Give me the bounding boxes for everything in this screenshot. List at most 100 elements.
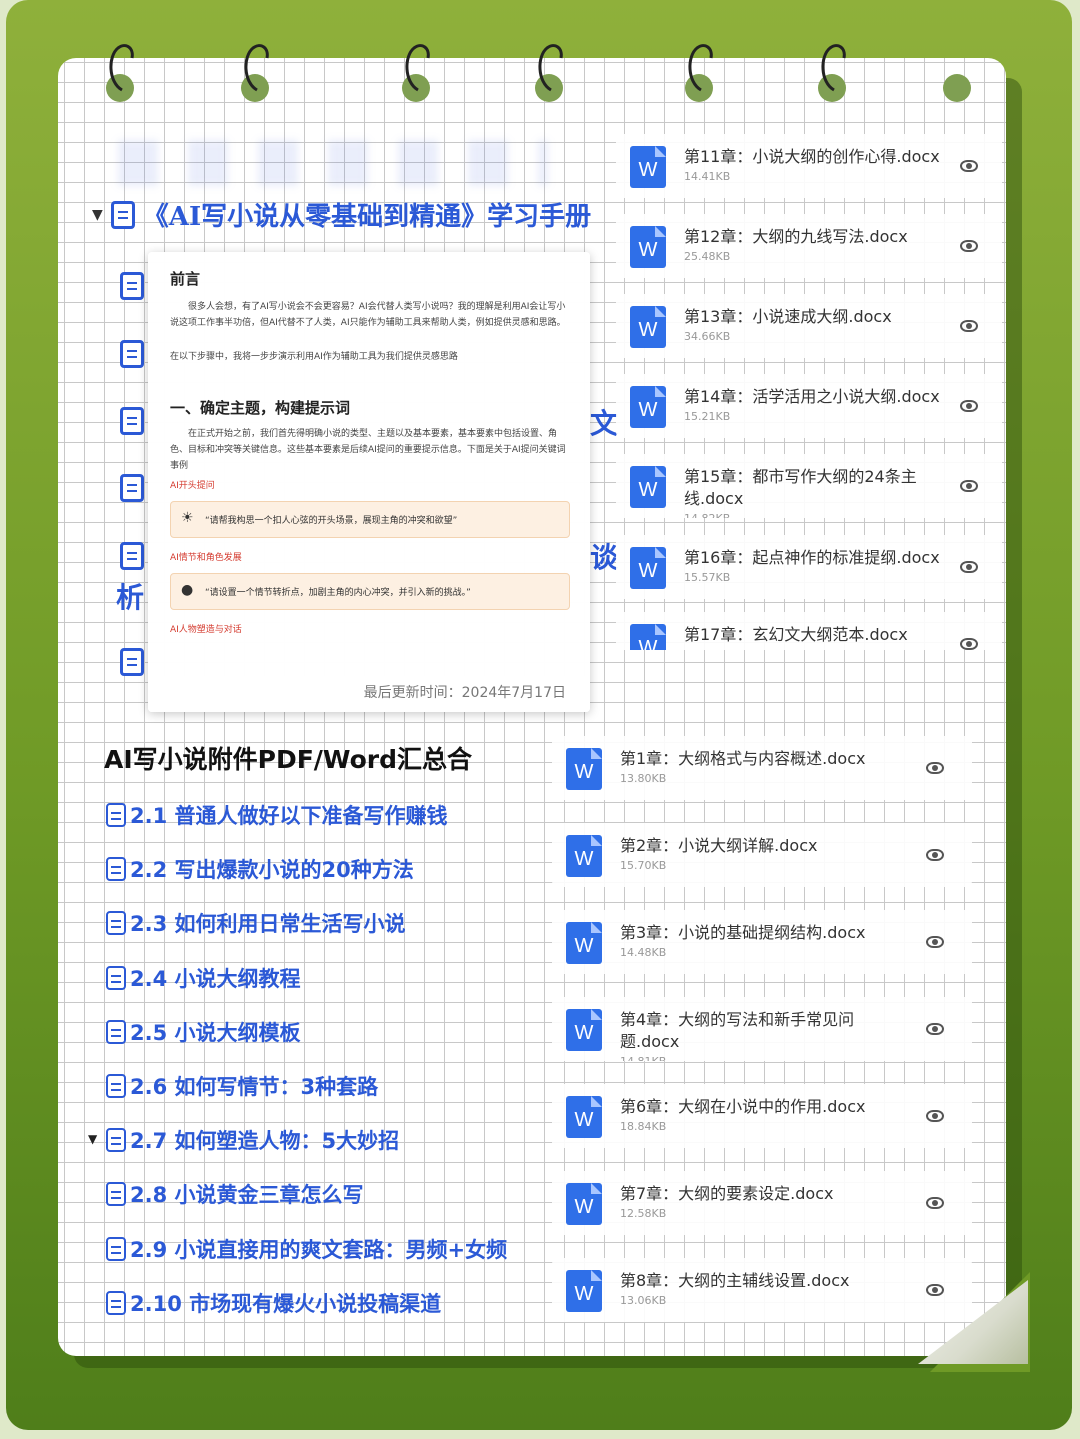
sun-icon: ☀ (181, 510, 194, 526)
file-size: 14.48KB (620, 946, 667, 959)
doc-icon[interactable] (120, 407, 144, 435)
toc-item[interactable]: 2.5 小说大纲模板 (106, 1017, 301, 1047)
eye-icon[interactable] (926, 1197, 944, 1209)
eye-icon[interactable] (960, 320, 978, 332)
prompt-text: “请设置一个情节转折点，加剧主角的内心冲突，并引入新的挑战。” (205, 588, 471, 598)
file-item[interactable]: W 第4章：大纲的写法和新手常见问题.docx 14.81KB (552, 997, 972, 1061)
preview-label: AI开头提问 (170, 481, 215, 491)
word-file-icon: W (630, 306, 666, 348)
file-item[interactable]: W 第3章：小说的基础提纲结构.docx 14.48KB (552, 910, 972, 974)
binder-ring-icon (816, 42, 852, 94)
file-item[interactable]: W 第12章：大纲的九线写法.docx 25.48KB (616, 214, 1002, 278)
toc-item-label: 2.6 如何写情节：3种套路 (130, 1075, 379, 1099)
doc-icon (106, 965, 126, 990)
eye-icon[interactable] (926, 849, 944, 861)
eye-icon[interactable] (960, 480, 978, 492)
file-name: 第12章：大纲的九线写法.docx (684, 227, 908, 246)
file-size: 15.70KB (620, 859, 667, 872)
caret-down-icon[interactable]: ▼ (92, 207, 103, 223)
file-item[interactable]: W 第6章：大纲在小说中的作用.docx 18.84KB (552, 1084, 972, 1148)
file-info: 第12章：大纲的九线写法.docx 25.48KB (684, 226, 908, 263)
file-size: 13.80KB (620, 772, 667, 785)
doc-icon (106, 1074, 126, 1098)
word-file-icon: W (630, 466, 666, 508)
file-info: 第6章：大纲在小说中的作用.docx 18.84KB (620, 1096, 865, 1133)
file-name: 第1章：大纲格式与内容概述.docx (620, 749, 866, 768)
file-info: 第11章：小说大纲的创作心得.docx 14.41KB (684, 146, 940, 183)
file-item[interactable]: W 第11章：小说大纲的创作心得.docx 14.41KB (616, 134, 1002, 198)
doc-icon[interactable] (120, 542, 144, 570)
doc-icon[interactable] (120, 340, 144, 368)
doc-tree-title[interactable]: 《AI写小说从零基础到精通》学习手册 (143, 196, 613, 233)
file-info: 第16章：起点神作的标准提纲.docx 15.57KB (684, 547, 940, 584)
eye-icon[interactable] (960, 561, 978, 573)
word-file-icon: W (630, 386, 666, 428)
toc-item-label: 2.2 写出爆款小说的20种方法 (130, 858, 414, 883)
doc-tree-root[interactable]: ▼ 《AI写小说从零基础到精通》学习手册 (92, 196, 613, 233)
toc-item[interactable]: 2.3 如何利用日常生活写小说 (106, 908, 406, 938)
eye-icon[interactable] (960, 400, 978, 412)
eye-icon[interactable] (926, 1284, 944, 1296)
preview-paragraph: 在以下步骤中，我将一步步演示利用AI作为辅助工具为我们提供灵感思路 (170, 352, 458, 362)
toc-item[interactable]: 2.8 小说黄金三章怎么写 (106, 1179, 364, 1209)
toc-item[interactable]: 2.10 市场现有爆火小说投稿渠道 (106, 1288, 441, 1318)
file-item[interactable]: W 第13章：小说速成大纲.docx 34.66KB (616, 294, 1002, 358)
eye-icon[interactable] (960, 638, 978, 650)
file-size: 12.58KB (620, 1207, 667, 1220)
file-name: 第2章：小说大纲详解.docx (620, 836, 818, 855)
prompt-box: ● “请设置一个情节转折点，加剧主角的内心冲突，并引入新的挑战。” (170, 573, 570, 610)
file-item[interactable]: W 第7章：大纲的要素设定.docx 12.58KB (552, 1171, 972, 1235)
file-size: 14.41KB (684, 170, 731, 183)
doc-icon (106, 911, 126, 936)
doc-icon (106, 857, 126, 882)
binder-ring-icon (104, 42, 140, 94)
toc-item[interactable]: 2.2 写出爆款小说的20种方法 (106, 854, 414, 884)
word-file-icon: W (566, 835, 602, 877)
binder-ring-icon (533, 42, 569, 94)
toc-item[interactable]: 2.6 如何写情节：3种套路 (106, 1071, 378, 1101)
toc-item[interactable]: 2.1 普通人做好以下准备写作赚钱 (106, 800, 448, 830)
partial-text: 析 (116, 581, 145, 614)
file-item[interactable]: W 第2章：小说大纲详解.docx 15.70KB (552, 823, 972, 887)
file-info: 第4章：大纲的写法和新手常见问题.docx 14.81KB (620, 1009, 880, 1061)
toc-item[interactable]: 2.4 小说大纲教程 (106, 963, 301, 993)
toc-item-label: 2.10 市场现有爆火小说投稿渠道 (130, 1291, 442, 1316)
word-file-icon: W (630, 226, 666, 268)
binder-hole (943, 74, 971, 102)
file-name: 第15章：都市写作大纲的24条主线.docx (684, 467, 917, 508)
toc-item-label: 2.9 小说直接用的爽文套路：男频+女频 (130, 1237, 508, 1262)
file-item[interactable]: W 第14章：活学活用之小说大纲.docx 15.21KB (616, 374, 1002, 438)
file-size: 34.66KB (684, 330, 731, 343)
eye-icon[interactable] (926, 936, 944, 948)
doc-icon (106, 1182, 126, 1207)
word-file-icon: W (566, 1183, 602, 1225)
file-item[interactable]: W 第15章：都市写作大纲的24条主线.docx 14.82KB (616, 454, 1002, 518)
eye-icon[interactable] (960, 160, 978, 172)
file-item[interactable]: W 第1章：大纲格式与内容概述.docx 13.80KB (552, 736, 972, 800)
file-size: 14.81KB (620, 1055, 880, 1061)
preview-label: AI情节和角色发展 (170, 553, 242, 563)
file-info: 第14章：活学活用之小说大纲.docx 15.21KB (684, 386, 940, 423)
eye-icon[interactable] (926, 1110, 944, 1122)
word-file-icon: W (630, 146, 666, 188)
doc-icon (110, 200, 135, 229)
eye-icon[interactable] (926, 1023, 944, 1035)
toc-item[interactable]: 2.7 如何塑造人物：5大妙招 (106, 1125, 399, 1155)
preview-label: AI人物塑造与对话 (170, 625, 242, 635)
doc-icon[interactable] (120, 648, 144, 676)
binder-ring-icon (683, 42, 719, 94)
preview-section-heading: 一、确定主题，构建提示词 (170, 399, 351, 417)
eye-icon[interactable] (926, 762, 944, 774)
preview-paragraph: 很多人会想，有了AI写小说会不会更容易？AI会代替人类写小说吗？我的理解是利用A… (170, 302, 566, 328)
toc-item-label: 2.8 小说黄金三章怎么写 (130, 1183, 364, 1208)
file-name: 第4章：大纲的写法和新手常见问题.docx (620, 1010, 855, 1051)
toc-item[interactable]: 2.9 小说直接用的爽文套路：男频+女频 (106, 1234, 507, 1264)
eye-icon[interactable] (960, 240, 978, 252)
file-item[interactable]: W 第16章：起点神作的标准提纲.docx 15.57KB (616, 535, 1002, 599)
doc-icon[interactable] (120, 272, 144, 300)
preview-heading: 前言 (170, 270, 201, 288)
file-item[interactable]: W 第17章：玄幻文大纲范本.docx (616, 612, 1002, 650)
file-item[interactable]: W 第8章：大纲的主辅线设置.docx 13.06KB (552, 1258, 972, 1322)
caret-down-icon[interactable]: ▼ (88, 1132, 97, 1146)
doc-icon[interactable] (120, 474, 144, 502)
